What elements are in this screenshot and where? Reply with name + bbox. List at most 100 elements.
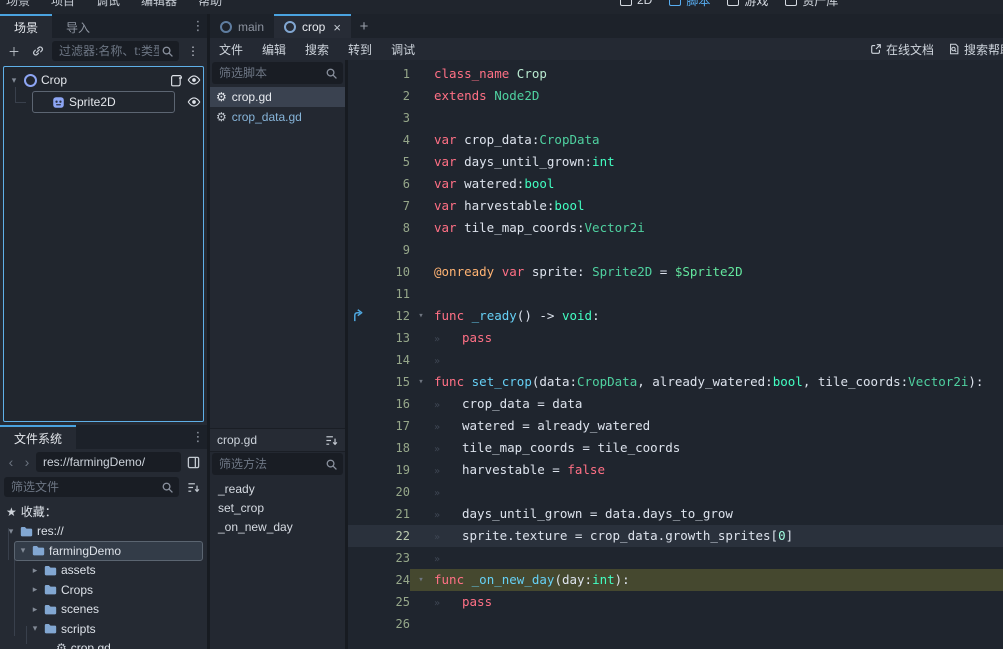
nav-forward-button[interactable]: › — [20, 454, 34, 470]
code-line[interactable]: 25»pass — [348, 591, 1003, 613]
method-item-_ready[interactable]: _ready — [210, 479, 345, 498]
visibility-eye-icon[interactable] — [187, 73, 201, 87]
menubar-item[interactable]: 编辑器 — [141, 0, 177, 9]
fs-item-Crops[interactable]: ▸Crops — [0, 580, 207, 600]
button-在线文档[interactable]: 在线文档 — [870, 41, 934, 58]
token-pl: harvestable = — [462, 462, 567, 477]
scene-filter-input[interactable] — [57, 43, 161, 59]
file-sort-button[interactable] — [183, 477, 203, 497]
screen-button-游戏[interactable]: 游戏 — [727, 0, 768, 9]
fold-arrow-icon[interactable]: ▾ — [414, 305, 428, 327]
chevron-down-icon[interactable]: ▾ — [18, 545, 28, 556]
chevron-right-icon[interactable]: ▸ — [30, 604, 40, 615]
code-line[interactable]: 13»pass — [348, 327, 1003, 349]
script-menu-item[interactable]: 编辑 — [262, 41, 286, 58]
filesystem-dock-menu-button[interactable]: ⋮ — [189, 425, 207, 449]
chevron-down-icon[interactable]: ▾ — [30, 623, 40, 634]
new-tab-button[interactable]: + — [351, 14, 377, 38]
scene-dock-menu-button[interactable]: ⋮ — [189, 14, 207, 38]
close-icon[interactable]: × — [333, 20, 341, 35]
code-line[interactable]: 7var harvestable:bool — [348, 195, 1003, 217]
code-line[interactable]: 12▾func _ready() -> void: — [348, 305, 1003, 327]
fold-arrow-icon[interactable]: ▾ — [414, 371, 428, 393]
fs-item-res[interactable]: ▾res:// — [0, 522, 207, 542]
code-line[interactable]: 14» — [348, 349, 1003, 371]
code-line[interactable]: 24▾func _on_new_day(day:int): — [348, 569, 1003, 591]
method-filter-input[interactable] — [217, 456, 325, 472]
fs-item-scripts[interactable]: ▾scripts — [0, 619, 207, 639]
menubar-item[interactable]: 调试 — [96, 0, 120, 9]
chevron-down-icon[interactable]: ▾ — [6, 526, 16, 537]
code-line[interactable]: 2extends Node2D — [348, 85, 1003, 107]
code-line[interactable]: 18»tile_map_coords = tile_coords — [348, 437, 1003, 459]
code-line[interactable]: 9 — [348, 239, 1003, 261]
token-typ: Node2D — [494, 88, 539, 103]
code-line[interactable]: 21»days_until_grown = data.days_to_grow — [348, 503, 1003, 525]
menubar-item[interactable]: 帮助 — [198, 0, 222, 9]
scene-node-Crop[interactable]: ▾Crop — [6, 69, 201, 91]
tab-导入[interactable]: 导入 — [52, 14, 104, 38]
nav-back-button[interactable]: ‹ — [4, 454, 18, 470]
code-line[interactable]: 16»crop_data = data — [348, 393, 1003, 415]
scene-node-Sprite2D[interactable]: Sprite2D — [6, 91, 201, 113]
code-line[interactable]: 17»watered = already_watered — [348, 415, 1003, 437]
method-sort-button[interactable] — [325, 434, 338, 447]
game-icon — [727, 0, 739, 6]
fs-item-assets[interactable]: ▸assets — [0, 561, 207, 581]
breadcrumb-path[interactable]: res://farmingDemo/ — [36, 452, 181, 472]
script-list-item-crop_data.gd[interactable]: ⚙crop_data.gd — [210, 107, 345, 127]
menubar-item[interactable]: 场景 — [6, 0, 30, 9]
code-line[interactable]: 6var watered:bool — [348, 173, 1003, 195]
fs-item-scenes[interactable]: ▸scenes — [0, 600, 207, 620]
script-icon[interactable] — [170, 74, 183, 87]
code-line[interactable]: 3 — [348, 107, 1003, 129]
script-menu-item[interactable]: 文件 — [219, 41, 243, 58]
screen-button-资产库[interactable]: 资产库 — [785, 0, 838, 9]
script-tab-crop[interactable]: crop× — [274, 14, 351, 38]
toggle-split-mode-button[interactable] — [183, 452, 203, 472]
tab-场景[interactable]: 场景 — [0, 14, 52, 38]
menubar-item[interactable]: 项目 — [51, 0, 75, 9]
code-line[interactable]: 26 — [348, 613, 1003, 635]
script-menu-item[interactable]: 调试 — [391, 41, 415, 58]
fs-item-farmingDemo[interactable]: ▾farmingDemo — [0, 541, 207, 561]
code-line[interactable]: 4var crop_data:CropData — [348, 129, 1003, 151]
code-line[interactable]: 1class_name Crop — [348, 63, 1003, 85]
code-line[interactable]: 23» — [348, 547, 1003, 569]
screen-button-脚本[interactable]: 脚本 — [669, 0, 710, 9]
code-line[interactable]: 22»sprite.texture = crop_data.growth_spr… — [348, 525, 1003, 547]
scene-tree-menu-button[interactable]: ⋮ — [183, 41, 203, 61]
script-tab-main[interactable]: main — [210, 14, 274, 38]
fold-arrow-icon[interactable]: ▾ — [414, 569, 428, 591]
fs-item-收藏：[interactable]: ★收藏： — [0, 502, 207, 522]
scene-tree: ▾CropSprite2D — [3, 66, 204, 422]
method-item-_on_new_day[interactable]: _on_new_day — [210, 517, 345, 536]
code-line[interactable]: 19»harvestable = false — [348, 459, 1003, 481]
code-line[interactable]: 15▾func set_crop(data:CropData, already_… — [348, 371, 1003, 393]
add-node-button[interactable]: ＋ — [4, 41, 24, 61]
tab-filesystem[interactable]: 文件系统 — [0, 425, 76, 449]
screen-button-2D[interactable]: 2D — [620, 0, 652, 7]
code-editor[interactable]: 1class_name Crop2extends Node2D34var cro… — [348, 60, 1003, 649]
code-line[interactable]: 8var tile_map_coords:Vector2i — [348, 217, 1003, 239]
file-filter-input[interactable] — [9, 479, 161, 495]
instance-scene-button[interactable] — [28, 41, 48, 61]
token-pl — [509, 66, 517, 81]
fs-item-crop.gd[interactable]: ⚙crop.gd — [0, 639, 207, 649]
code-line[interactable]: 20» — [348, 481, 1003, 503]
script-list-item-crop.gd[interactable]: ⚙crop.gd — [210, 87, 345, 107]
method-item-set_crop[interactable]: set_crop — [210, 498, 345, 517]
code-line-text: »sprite.texture = crop_data.growth_sprit… — [434, 525, 793, 547]
script-filter-input[interactable] — [217, 65, 325, 81]
code-line-text: »days_until_grown = data.days_to_grow — [434, 503, 733, 525]
chevron-down-icon[interactable]: ▾ — [8, 75, 20, 86]
visibility-eye-icon[interactable] — [187, 95, 201, 109]
script-menu-item[interactable]: 搜索 — [305, 41, 329, 58]
code-line[interactable]: 5var days_until_grown:int — [348, 151, 1003, 173]
code-line[interactable]: 10@onready var sprite: Sprite2D = $Sprit… — [348, 261, 1003, 283]
script-menu-item[interactable]: 转到 — [348, 41, 372, 58]
button-搜索帮助[interactable]: 搜索帮助 — [948, 41, 1003, 58]
chevron-right-icon[interactable]: ▸ — [30, 565, 40, 576]
chevron-right-icon[interactable]: ▸ — [30, 584, 40, 595]
code-line[interactable]: 11 — [348, 283, 1003, 305]
